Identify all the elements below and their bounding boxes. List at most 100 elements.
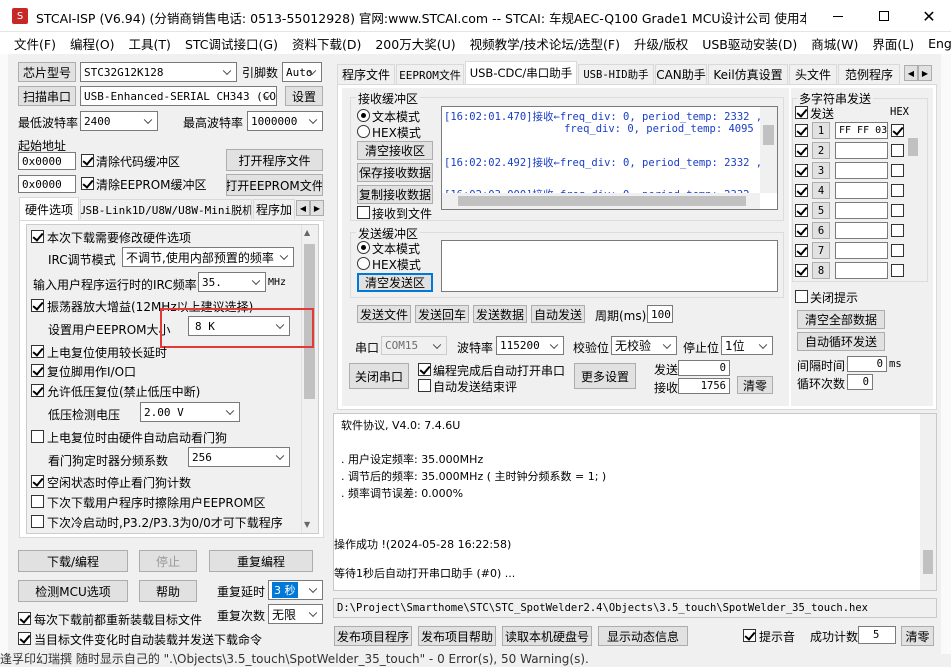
menu-video[interactable]: 视频教学/技术论坛/选型(F): [470, 34, 620, 53]
auto-load-checkbox[interactable]: [18, 632, 31, 645]
multi-send-row-button[interactable]: 1: [812, 122, 830, 139]
multi-string-input[interactable]: [835, 222, 888, 239]
multi-hex-checkbox[interactable]: [891, 184, 904, 197]
multi-send-checkbox[interactable]: [795, 244, 808, 257]
tab-usb-cdc[interactable]: USB-CDC/串口助手: [465, 61, 577, 84]
menu-interface[interactable]: 界面(L): [872, 34, 914, 53]
multi-string-input[interactable]: FF FF 03: [835, 122, 888, 139]
menu-file[interactable]: 文件(F): [14, 34, 56, 53]
multi-hex-checkbox[interactable]: [891, 264, 904, 277]
auto-send-button[interactable]: 自动发送: [531, 305, 585, 323]
erase-eeprom-checkbox[interactable]: [31, 495, 44, 508]
tab-hardware-options[interactable]: 硬件选项: [19, 197, 79, 220]
open-program-button[interactable]: 打开程序文件: [226, 149, 323, 171]
clear-all-button[interactable]: 清空全部数据: [797, 310, 885, 329]
baud-select[interactable]: 115200: [496, 336, 564, 355]
tab-program-add[interactable]: 程序加: [253, 199, 295, 219]
menu-usb-driver[interactable]: USB驱动安装(D): [702, 34, 797, 53]
multi-send-row-button[interactable]: 7: [812, 242, 830, 259]
send-file-button[interactable]: 发送文件: [357, 305, 411, 323]
auto-open-checkbox[interactable]: [418, 363, 431, 376]
stop-button[interactable]: 停止: [139, 550, 197, 572]
multi-hex-checkbox[interactable]: [891, 244, 904, 257]
multi-send-checkbox[interactable]: [795, 204, 808, 217]
lvd-voltage-select[interactable]: 2.00 V: [140, 402, 240, 422]
log-output[interactable]: 软件协议, V4.0: 7.4.6U . 用户设定频率: 35.000MHz .…: [333, 413, 937, 591]
multi-send-all-checkbox[interactable]: [795, 106, 808, 119]
maximize-button[interactable]: [861, 0, 907, 32]
interval-input[interactable]: 0: [847, 356, 887, 372]
reload-checkbox[interactable]: [18, 612, 31, 625]
multi-string-input[interactable]: [835, 242, 888, 259]
port-select[interactable]: USB-Enhanced-SERIAL CH343 (COM: [80, 86, 277, 106]
tab-can[interactable]: CAN助手: [655, 64, 707, 84]
irc-freq-input[interactable]: 35.: [198, 272, 266, 292]
minimize-button[interactable]: [815, 0, 861, 32]
clear-eeprom-checkbox[interactable]: [81, 177, 94, 190]
multi-string-input[interactable]: [835, 142, 888, 159]
scroll-down-icon[interactable]: ▼: [304, 520, 310, 529]
pins-select[interactable]: Auto: [282, 62, 322, 82]
max-baud-select[interactable]: 1000000: [247, 111, 323, 131]
multi-send-row-button[interactable]: 2: [812, 142, 830, 159]
help-button[interactable]: 帮助: [139, 580, 197, 602]
multi-send-checkbox[interactable]: [795, 184, 808, 197]
tx-hex-mode-radio[interactable]: [357, 257, 370, 270]
save-rx-button[interactable]: 保存接收数据: [357, 163, 433, 182]
tab-usb-link[interactable]: USB-Link1D/U8W/U8W-Mini脱机: [80, 199, 252, 219]
auto-close-checkbox[interactable]: [418, 379, 431, 392]
settings-button[interactable]: 设置: [285, 86, 323, 106]
download-button[interactable]: 下载/编程: [18, 550, 128, 572]
rx-hscroll-thumb[interactable]: [458, 196, 746, 206]
clear-counts-button[interactable]: 清零: [737, 376, 773, 394]
reprogram-button[interactable]: 重复编程: [209, 550, 313, 572]
tab-eeprom-file[interactable]: EEPROM文件: [396, 64, 464, 84]
eeprom-start-address[interactable]: 0x0000: [18, 175, 76, 193]
modify-hw-checkbox[interactable]: [31, 230, 44, 243]
clear-tx-button[interactable]: 清空发送区: [357, 273, 433, 292]
tab-header[interactable]: 头文件: [789, 64, 837, 84]
multi-hex-checkbox[interactable]: [891, 144, 904, 157]
chip-model-select[interactable]: STC32G12K128: [80, 62, 237, 82]
send-data-button[interactable]: 发送数据: [473, 305, 527, 323]
tab-usb-hid[interactable]: USB-HID助手: [578, 64, 654, 84]
show-info-button[interactable]: 显示动态信息: [598, 626, 688, 646]
menu-english[interactable]: English: [928, 36, 951, 51]
multi-send-checkbox[interactable]: [795, 144, 808, 157]
parity-select[interactable]: 无校验: [611, 336, 677, 355]
wdt-auto-checkbox[interactable]: [31, 430, 44, 443]
rx-vscroll-thumb[interactable]: [763, 125, 774, 145]
stopbits-select[interactable]: 1位: [721, 336, 773, 355]
multi-scroll-thumb[interactable]: [908, 138, 918, 156]
sound-checkbox[interactable]: [743, 629, 756, 642]
multi-string-input[interactable]: [835, 182, 888, 199]
close-tip-checkbox[interactable]: [795, 290, 808, 303]
scan-port-button[interactable]: 扫描串口: [18, 86, 76, 106]
clear-rx-button[interactable]: 清空接收区: [357, 141, 433, 160]
auto-loop-button[interactable]: 自动循环发送: [797, 332, 885, 351]
tab-program-file[interactable]: 程序文件: [337, 64, 395, 84]
period-input[interactable]: 100: [647, 305, 673, 323]
menu-store[interactable]: 商城(W): [811, 34, 858, 53]
open-eeprom-button[interactable]: 打开EEPROM文件: [226, 174, 323, 196]
menu-download[interactable]: 资料下载(D): [292, 34, 361, 53]
tab-scroll-left[interactable]: ◀: [296, 200, 310, 216]
rx-to-file-checkbox[interactable]: [357, 206, 370, 219]
multi-send-row-button[interactable]: 3: [812, 162, 830, 179]
irc-mode-select[interactable]: 不调节,使用内部预置的频率: [122, 247, 294, 267]
multi-hex-checkbox[interactable]: [891, 224, 904, 237]
tx-textarea[interactable]: [441, 240, 778, 292]
publish-program-button[interactable]: 发布项目程序: [334, 626, 412, 646]
menu-debug[interactable]: STC调试接口(G): [185, 34, 278, 53]
multi-hex-checkbox[interactable]: [891, 204, 904, 217]
tab-examples[interactable]: 范例程序: [838, 64, 900, 84]
clear-success-button[interactable]: 清零: [901, 626, 934, 646]
menu-upgrade[interactable]: 升级/版权: [634, 34, 688, 53]
multi-send-row-button[interactable]: 5: [812, 202, 830, 219]
multi-string-input[interactable]: [835, 162, 888, 179]
right-tab-scroll-left[interactable]: ◀: [904, 65, 918, 81]
tab-keil[interactable]: Keil仿真设置: [708, 64, 788, 84]
scroll-up-icon[interactable]: ▲: [304, 228, 310, 237]
repeat-count-select[interactable]: 无限: [268, 604, 323, 624]
multi-send-row-button[interactable]: 6: [812, 222, 830, 239]
